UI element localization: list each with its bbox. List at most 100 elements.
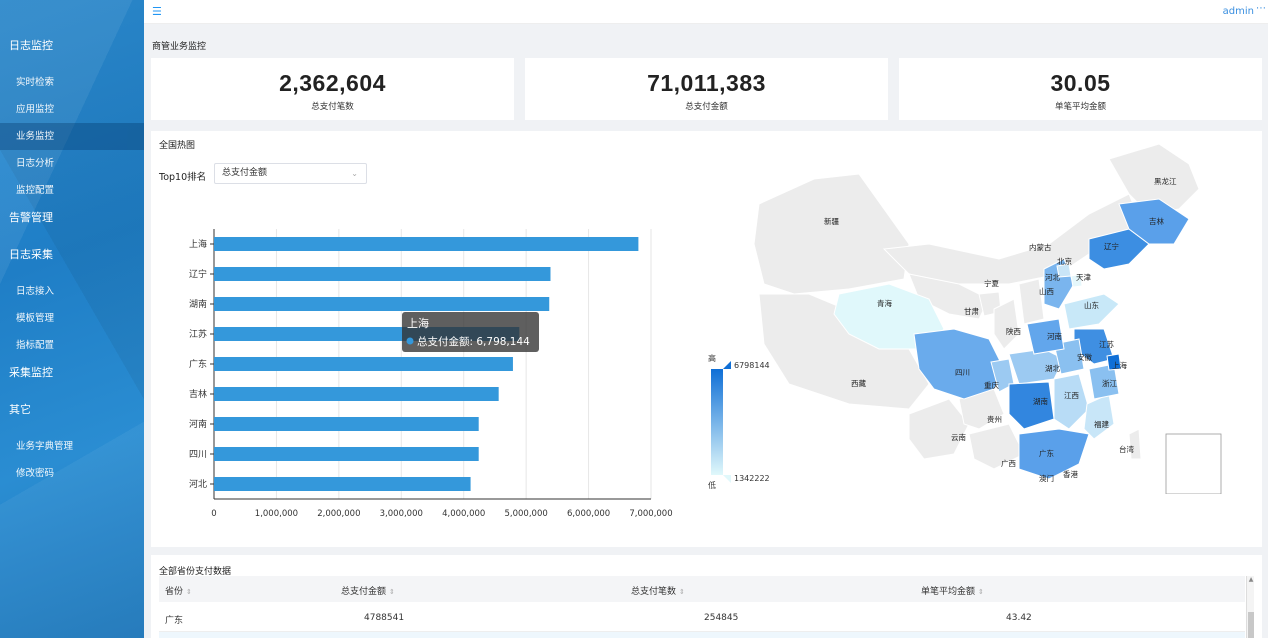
menu-group-log-monitor[interactable]: 日志监控 bbox=[0, 32, 144, 59]
y-tick-label: 河北 bbox=[189, 478, 207, 490]
menu-group-collect-monitor[interactable]: 采集监控 bbox=[0, 359, 144, 386]
legend-handle-top bbox=[723, 361, 731, 369]
menu-item-monitor-config[interactable]: 监控配置 bbox=[0, 177, 144, 204]
menu-item-dictionary-manage[interactable]: 业务字典管理 bbox=[0, 433, 144, 460]
sidebar-menu: 日志监控 实时检索 应用监控 业务监控 日志分析 监控配置 告警管理 日志采集 … bbox=[0, 0, 144, 487]
main-content: 商管业务监控 2,362,604 总支付笔数 71,011,383 总支付金额 … bbox=[144, 24, 1268, 638]
sort-icon[interactable]: ⇕ bbox=[978, 588, 984, 596]
menu-item-log-analysis[interactable]: 日志分析 bbox=[0, 150, 144, 177]
y-tick-label: 湖南 bbox=[189, 298, 207, 310]
x-tick-label: 6,000,000 bbox=[567, 509, 610, 519]
menu-group-other[interactable]: 其它 bbox=[0, 396, 144, 423]
legend-low-label: 低 bbox=[708, 480, 716, 490]
bar[interactable] bbox=[214, 477, 471, 491]
chevron-down-icon: ⌄ bbox=[351, 169, 358, 178]
map-label: 重庆 bbox=[984, 380, 999, 390]
legend-high-label: 高 bbox=[708, 353, 716, 363]
menu-collapse-icon[interactable]: ☰ bbox=[152, 5, 162, 18]
x-tick-label: 3,000,000 bbox=[380, 509, 423, 519]
bar[interactable] bbox=[214, 417, 479, 431]
y-tick-label: 辽宁 bbox=[189, 268, 207, 280]
top10-label: Top10排名 bbox=[159, 172, 207, 183]
map-label: 浙江 bbox=[1102, 378, 1118, 388]
metric-select-value: 总支付金额 bbox=[222, 168, 268, 178]
stat-card-avg-amount: 30.05 单笔平均金额 bbox=[899, 58, 1262, 120]
y-tick-label: 河南 bbox=[189, 418, 207, 430]
x-tick-label: 4,000,000 bbox=[442, 509, 485, 519]
table-scrollbar[interactable]: ▲ bbox=[1246, 576, 1254, 638]
bar[interactable] bbox=[214, 297, 550, 311]
map-label: 湖南 bbox=[1033, 396, 1049, 406]
x-tick-label: 7,000,000 bbox=[629, 509, 672, 519]
menu-item-log-access[interactable]: 日志接入 bbox=[0, 278, 144, 305]
map-label: 宁夏 bbox=[984, 278, 999, 288]
cell-avg: 43.42 bbox=[1006, 613, 1032, 623]
map-label: 湖北 bbox=[1045, 364, 1061, 373]
legend-gradient-bar bbox=[711, 369, 723, 475]
map-region-jiangxi bbox=[1053, 373, 1090, 430]
map-label: 新疆 bbox=[824, 216, 839, 226]
legend-min-value: 1342222 bbox=[734, 474, 770, 483]
map-label: 河南 bbox=[1047, 331, 1063, 341]
tooltip-title: 上海 bbox=[407, 316, 429, 330]
sort-icon[interactable]: ⇕ bbox=[186, 588, 192, 596]
map-region-taiwan bbox=[1128, 428, 1142, 460]
sidebar: 日志监控 实时检索 应用监控 业务监控 日志分析 监控配置 告警管理 日志采集 … bbox=[0, 0, 144, 638]
more-icon[interactable]: ⋯ bbox=[1256, 3, 1266, 14]
bar[interactable] bbox=[214, 357, 513, 371]
map-label: 吉林 bbox=[1149, 216, 1165, 226]
column-header-amount[interactable]: 总支付金额 ⇕ bbox=[341, 584, 395, 597]
menu-group-log-collect[interactable]: 日志采集 bbox=[0, 241, 144, 268]
south-china-sea-inset bbox=[1165, 433, 1222, 494]
menu-item-business-monitor[interactable]: 业务监控 bbox=[0, 123, 144, 150]
stat-label: 单笔平均金额 bbox=[1054, 102, 1106, 112]
menu-item-realtime-search[interactable]: 实时检索 bbox=[0, 69, 144, 96]
map-label: 福建 bbox=[1094, 419, 1110, 429]
scrollbar-thumb[interactable] bbox=[1248, 612, 1254, 638]
map-label: 广西 bbox=[1001, 458, 1016, 468]
menu-item-app-monitor[interactable]: 应用监控 bbox=[0, 96, 144, 123]
column-header-count[interactable]: 总支付笔数 ⇕ bbox=[631, 584, 685, 597]
column-header-province[interactable]: 省份 ⇕ bbox=[165, 584, 192, 597]
map-label: 黑龙江 bbox=[1154, 176, 1177, 186]
stat-card-total-amount: 71,011,383 总支付金额 bbox=[525, 58, 888, 120]
y-tick-label: 江苏 bbox=[189, 328, 207, 340]
y-tick-label: 广东 bbox=[189, 358, 207, 370]
stat-value: 71,011,383 bbox=[647, 70, 766, 96]
sort-icon[interactable]: ⇕ bbox=[389, 588, 395, 596]
map-label: 青海 bbox=[877, 298, 892, 308]
table-header: 省份 ⇕ 总支付金额 ⇕ 总支付笔数 ⇕ 单笔平均金额 ⇕ bbox=[159, 576, 1245, 602]
bar-chart: 0 1,000,000 2,000,000 3,000,000 4,000,000 5,0… bbox=[189, 229, 673, 519]
map-region-yunnan bbox=[908, 398, 970, 460]
map-label: 贵州 bbox=[987, 414, 1002, 424]
menu-group-alert-manage[interactable]: 告警管理 bbox=[0, 204, 144, 231]
menu-item-metric-config[interactable]: 指标配置 bbox=[0, 332, 144, 359]
bar[interactable] bbox=[214, 447, 479, 461]
bar[interactable] bbox=[214, 267, 551, 281]
y-tick-label: 吉林 bbox=[189, 388, 207, 400]
map-label: 香港 bbox=[1063, 469, 1079, 479]
legend-handle-bottom bbox=[723, 475, 731, 483]
map-region-shandong bbox=[1063, 293, 1120, 330]
table-row[interactable]: 广东 4788541 254845 43.42 bbox=[159, 604, 1245, 632]
stat-label: 总支付金额 bbox=[685, 102, 728, 112]
y-tick-label: 上海 bbox=[189, 238, 207, 250]
page-title: 商管业务监控 bbox=[152, 42, 207, 52]
bar[interactable] bbox=[214, 387, 499, 401]
column-header-avg[interactable]: 单笔平均金额 ⇕ bbox=[921, 584, 984, 597]
visual-map-legend[interactable]: 高 6798144 1342222 低 bbox=[704, 349, 804, 499]
bar[interactable] bbox=[214, 237, 639, 251]
cell-amount: 4788541 bbox=[364, 613, 405, 623]
cell-province: 广东 bbox=[165, 616, 184, 626]
map-label: 四川 bbox=[955, 368, 970, 377]
map-label: 辽宁 bbox=[1104, 241, 1119, 251]
table-row[interactable] bbox=[159, 632, 1245, 638]
metric-select[interactable]: 总支付金额 ⌄ bbox=[214, 163, 367, 184]
menu-item-template-manage[interactable]: 模板管理 bbox=[0, 305, 144, 332]
menu-item-change-password[interactable]: 修改密码 bbox=[0, 460, 144, 487]
map-region-fujian bbox=[1083, 393, 1115, 440]
sort-icon[interactable]: ⇕ bbox=[679, 588, 685, 596]
scroll-up-icon[interactable]: ▲ bbox=[1247, 576, 1255, 583]
user-name[interactable]: admin bbox=[1223, 6, 1254, 17]
stat-value: 2,362,604 bbox=[279, 70, 386, 96]
